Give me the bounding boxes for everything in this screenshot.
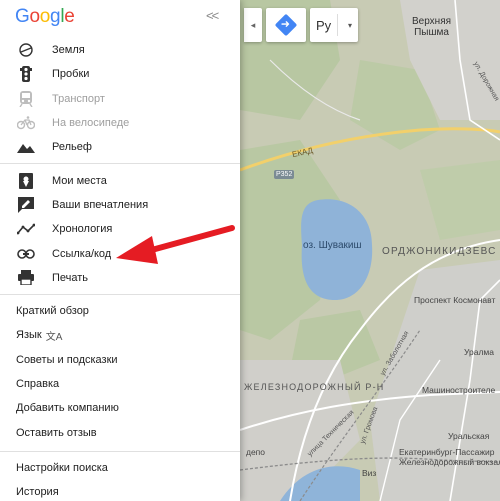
city-label-verkhnyaya-pyshma: Верхняя Пышма [412, 16, 452, 38]
bicycle-icon [16, 115, 36, 131]
help-section: Краткий обзор Язык 文A Советы и подсказки… [0, 295, 240, 452]
input-language-label: Ру [316, 17, 332, 33]
rate-review-icon [16, 196, 36, 213]
printer-icon [16, 270, 36, 286]
menu-item-label: Хронология [52, 223, 113, 236]
menu-item-my-places[interactable]: Мои места [0, 168, 240, 192]
chevron-left-icon: ◂ [250, 19, 256, 30]
input-language-button[interactable]: Ру ▾ [310, 8, 358, 42]
map-panel-toggle[interactable]: ◂ [244, 8, 262, 42]
menu-item-traffic[interactable]: Пробки [0, 62, 240, 86]
menu-item-label: Пробки [52, 68, 90, 81]
control-divider [337, 14, 338, 36]
menu-item-search-settings[interactable]: Настройки поиска [0, 456, 240, 480]
logo-letter: o [39, 6, 51, 27]
menu-item-contributions[interactable]: Ваши впечатления [0, 193, 240, 217]
menu-item-label: Язык [16, 329, 42, 342]
menu-item-label: На велосипеде [52, 117, 130, 130]
traffic-light-icon [16, 66, 36, 83]
earth-icon [16, 42, 36, 58]
poi-label-station: Екатеринбург-Пассажир Железнодорожный во… [399, 447, 500, 467]
menu-item-quick-tour[interactable]: Краткий обзор [0, 299, 240, 323]
logo-letter: g [50, 6, 61, 27]
poi-label-prospekt: Проспект Космонавт [414, 295, 496, 305]
settings-section: Настройки поиска История [0, 452, 240, 501]
menu-item-label: Ссылка/код [52, 247, 112, 260]
menu-item-feedback[interactable]: Оставить отзыв [0, 420, 240, 444]
side-menu: Google << Земля Пробки Транспорт На вело… [0, 0, 240, 501]
poi-label-uralskaya: Уральская [448, 431, 490, 441]
menu-item-tips[interactable]: Советы и подсказки [0, 348, 240, 372]
menu-item-transit[interactable]: Транспорт [0, 87, 240, 111]
logo-letter: e [64, 6, 75, 27]
menu-item-terrain[interactable]: Рельеф [0, 135, 240, 159]
train-icon [16, 90, 36, 107]
menu-item-label: Земля [52, 44, 85, 57]
menu-item-add-business[interactable]: Добавить компанию [0, 396, 240, 420]
translate-icon: 文A [45, 331, 63, 343]
poi-label-uralmash: Уралма [464, 347, 495, 357]
menu-item-share-embed[interactable]: Ссылка/код [0, 241, 240, 265]
double-chevron-left-icon[interactable]: << [206, 8, 219, 23]
chevron-down-icon[interactable]: ▾ [348, 21, 352, 30]
route-shield-r352: Р352 [274, 170, 295, 179]
poi-label-viz: Виз [362, 468, 377, 478]
tools-section: Мои места Ваши впечатления Хронология Сс… [0, 164, 240, 295]
menu-item-label: Печать [52, 271, 89, 284]
menu-item-earth[interactable]: Земля [0, 38, 240, 62]
menu-item-history[interactable]: История [0, 480, 240, 501]
district-label-railway: ЖЕЛЕЗНОДОРОЖНЫЙ Р-Н [244, 382, 385, 392]
side-menu-header: Google << [0, 0, 240, 34]
menu-item-help[interactable]: Справка [0, 372, 240, 396]
link-icon [16, 246, 36, 262]
poi-label-depot: депо [246, 447, 266, 457]
menu-item-label: Мои места [52, 174, 107, 187]
lake-label: оз. Шувакиш [303, 240, 362, 251]
timeline-icon [16, 221, 36, 237]
logo-letter: o [29, 6, 40, 27]
menu-item-bicycling[interactable]: На велосипеде [0, 111, 240, 135]
menu-item-print[interactable]: Печать [0, 266, 240, 290]
logo-letter: G [15, 6, 30, 27]
google-logo[interactable]: Google [15, 6, 75, 28]
menu-item-label: Рельеф [52, 141, 92, 154]
menu-item-label: Транспорт [52, 92, 105, 105]
place-pin-icon [16, 172, 36, 189]
district-label-ordzhonikidzevsky: ОРДЖОНИКИДЗЕВС [382, 246, 497, 257]
menu-item-label: Ваши впечатления [52, 198, 149, 211]
directions-button[interactable]: ➜ [266, 8, 306, 42]
menu-item-language[interactable]: Язык 文A [0, 323, 240, 347]
poi-label-mashinostroiteley: Машиностроителе [422, 385, 496, 395]
menu-item-timeline[interactable]: Хронология [0, 217, 240, 241]
layers-section: Земля Пробки Транспорт На велосипеде Рел… [0, 34, 240, 165]
directions-icon: ➜ [274, 13, 298, 37]
terrain-icon [16, 139, 36, 155]
